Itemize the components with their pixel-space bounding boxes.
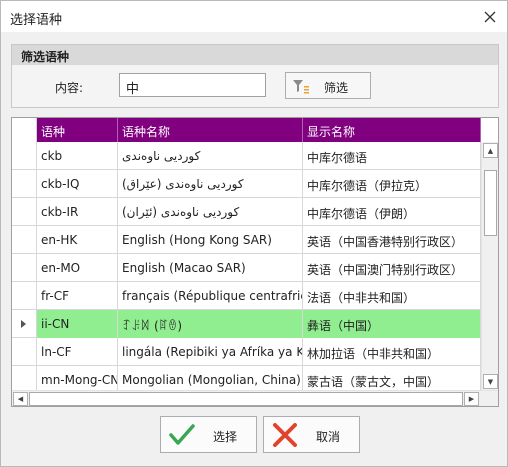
filter-group: 筛选语种 内容: 中 筛选 bbox=[11, 44, 499, 108]
cancel-button[interactable]: 取消 bbox=[263, 416, 360, 453]
row-header[interactable] bbox=[12, 338, 37, 366]
cell-display-name[interactable]: 彝语（中国） bbox=[303, 310, 481, 338]
cell-native-name[interactable]: کوردیی ناوەندی bbox=[118, 142, 303, 170]
content-input[interactable]: 中 bbox=[119, 73, 266, 97]
select-button-label: 选择 bbox=[213, 430, 238, 444]
cell-native-name[interactable]: ꆈꌠꉙ (ꍏꇩ) bbox=[118, 310, 303, 338]
table-row[interactable]: fr-CF français (République centrafric... 法… bbox=[12, 282, 481, 310]
row-header[interactable] bbox=[12, 310, 37, 338]
column-header-native[interactable]: 语种名称 bbox=[118, 118, 303, 142]
row-header[interactable] bbox=[12, 282, 37, 310]
filter-button-label: 筛选 bbox=[324, 81, 349, 95]
table-row[interactable]: ii-CN ꆈꌠꉙ (ꍏꇩ) 彝语（中国） bbox=[12, 310, 481, 338]
cell-display-name[interactable]: 英语（中国澳门特别行政区） bbox=[303, 254, 481, 282]
row-header[interactable] bbox=[12, 226, 37, 254]
cell-code[interactable]: ln-CF bbox=[37, 338, 118, 366]
window-title: 选择语种 bbox=[10, 13, 63, 28]
horizontal-scroll-thumb[interactable] bbox=[29, 392, 463, 406]
language-grid: 语种 语种名称 显示名称 ckb کوردیی ناوەندی 中库尔德语 ckb-I… bbox=[11, 117, 499, 407]
row-pointer-icon bbox=[21, 320, 26, 328]
filter-group-title: 筛选语种 bbox=[12, 45, 498, 65]
column-header-display[interactable]: 显示名称 bbox=[303, 118, 481, 142]
checkmark-icon bbox=[169, 424, 195, 445]
dialog-window: 选择语种 筛选语种 内容: 中 筛选 语种 语种名称 显示名称 ckb کوردی… bbox=[0, 0, 508, 467]
cell-native-name[interactable]: lingála (Repibiki ya Afríka ya Káti) bbox=[118, 338, 303, 366]
table-row[interactable]: ckb کوردیی ناوەندی 中库尔德语 bbox=[12, 142, 481, 170]
row-header[interactable] bbox=[12, 142, 37, 170]
cell-native-name[interactable]: français (République centrafric... bbox=[118, 282, 303, 310]
row-header[interactable] bbox=[12, 198, 37, 226]
select-button[interactable]: 选择 bbox=[160, 416, 257, 453]
cell-display-name[interactable]: 林加拉语（中非共和国） bbox=[303, 338, 481, 366]
row-header[interactable] bbox=[12, 254, 37, 282]
cancel-icon bbox=[273, 423, 297, 447]
scroll-right-icon[interactable]: ▶ bbox=[464, 392, 479, 406]
cell-display-name[interactable]: 中库尔德语 bbox=[303, 142, 481, 170]
cancel-button-label: 取消 bbox=[316, 430, 341, 444]
table-row[interactable]: ln-CFlingála (Repibiki ya Afríka ya Káti… bbox=[12, 338, 481, 366]
cell-code[interactable]: ii-CN bbox=[37, 310, 118, 338]
horizontal-scrollbar[interactable]: ◀ ▶ bbox=[12, 390, 498, 406]
grid-rows: ckb کوردیی ناوەندی 中库尔德语 ckb-IQ کوردیی ناوەن… bbox=[12, 142, 481, 394]
title-bar: 选择语种 bbox=[1, 1, 507, 32]
row-header-corner bbox=[12, 118, 37, 142]
vertical-scrollbar[interactable]: ▲ ▼ bbox=[481, 142, 498, 390]
row-header[interactable] bbox=[12, 170, 37, 198]
filter-button[interactable]: 筛选 bbox=[285, 72, 371, 99]
cell-code[interactable]: en-MO bbox=[37, 254, 118, 282]
column-header-code[interactable]: 语种 bbox=[37, 118, 118, 142]
table-row[interactable]: en-HK English (Hong Kong SAR) 英语（中国香港特别行政区… bbox=[12, 226, 481, 254]
cell-display-name[interactable]: 中库尔德语（伊朗） bbox=[303, 198, 481, 226]
close-button[interactable] bbox=[473, 1, 507, 32]
cell-native-name[interactable]: English (Macao SAR) bbox=[118, 254, 303, 282]
table-row[interactable]: ckb-IR کوردیی ناوەندی (ئێران) 中库尔德语（伊朗） bbox=[12, 198, 481, 226]
table-row[interactable]: ckb-IQ کوردیی ناوەندی (عێراق) 中库尔德语（伊拉克） bbox=[12, 170, 481, 198]
table-row[interactable]: en-MO English (Macao SAR) 英语（中国澳门特别行政区） bbox=[12, 254, 481, 282]
grid-header: 语种 语种名称 显示名称 bbox=[12, 118, 481, 142]
scroll-down-icon[interactable]: ▼ bbox=[483, 374, 498, 389]
cell-code[interactable]: fr-CF bbox=[37, 282, 118, 310]
vertical-scroll-thumb[interactable] bbox=[484, 170, 497, 236]
content-label: 内容: bbox=[55, 81, 84, 95]
cell-display-name[interactable]: 英语（中国香港特别行政区） bbox=[303, 226, 481, 254]
filter-icon bbox=[293, 80, 309, 94]
cell-native-name[interactable]: کوردیی ناوەندی (عێراق) bbox=[118, 170, 303, 198]
cell-code[interactable]: ckb-IR bbox=[37, 198, 118, 226]
cell-display-name[interactable]: 中库尔德语（伊拉克） bbox=[303, 170, 481, 198]
scroll-up-icon[interactable]: ▲ bbox=[483, 143, 498, 158]
cell-native-name[interactable]: کوردیی ناوەندی (ئێران) bbox=[118, 198, 303, 226]
cell-code[interactable]: en-HK bbox=[37, 226, 118, 254]
close-icon bbox=[484, 11, 496, 22]
cell-display-name[interactable]: 法语（中非共和国） bbox=[303, 282, 481, 310]
cell-code[interactable]: ckb-IQ bbox=[37, 170, 118, 198]
cell-code[interactable]: ckb bbox=[37, 142, 118, 170]
scroll-left-icon[interactable]: ◀ bbox=[13, 392, 28, 406]
cell-native-name[interactable]: English (Hong Kong SAR) bbox=[118, 226, 303, 254]
